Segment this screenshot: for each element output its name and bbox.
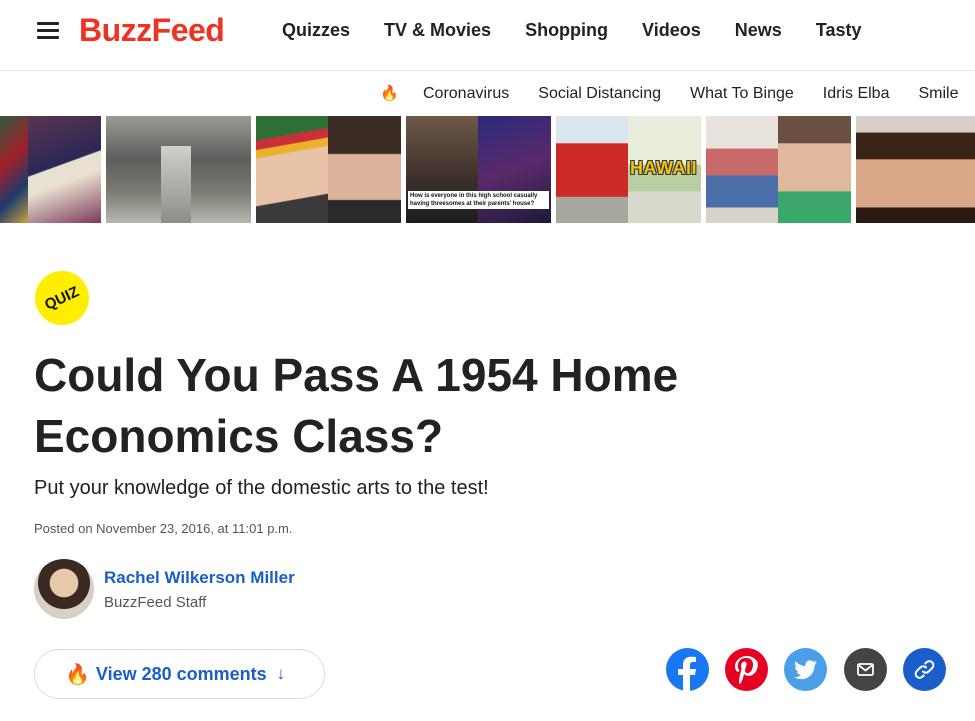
trending-item[interactable]: Smile: [918, 85, 958, 103]
twitter-share-button[interactable]: [784, 648, 827, 691]
quiz-badge: QUIZ: [35, 271, 89, 325]
comments-label: View 280 comments: [95, 663, 267, 684]
menu-icon[interactable]: [37, 22, 59, 40]
email-icon: [857, 663, 874, 676]
thumbnail-caption: How is everyone in this high school casu…: [408, 191, 549, 209]
email-share-button[interactable]: [844, 648, 887, 691]
author-role: BuzzFeed Staff: [104, 594, 207, 611]
author-byline: Rachel Wilkerson Miller BuzzFeed Staff: [34, 559, 434, 619]
thumbnail-card[interactable]: [256, 116, 401, 223]
fire-icon: 🔥: [380, 85, 399, 102]
thumbnail-card[interactable]: How is everyone in this high school casu…: [406, 116, 551, 223]
page-title: Could You Pass A 1954 Home Economics Cla…: [34, 349, 679, 462]
nav-tv-movies[interactable]: TV & Movies: [384, 20, 491, 41]
nav-quizzes[interactable]: Quizzes: [282, 20, 350, 41]
quiz-badge-label: QUIZ: [42, 282, 82, 314]
facebook-icon: [678, 656, 696, 691]
author-name-link[interactable]: Rachel Wilkerson Miller: [104, 568, 295, 588]
trending-bar: 🔥 Coronavirus Social Distancing What To …: [0, 72, 975, 116]
view-comments-button[interactable]: 🔥 View 280 comments ↓: [34, 649, 325, 699]
link-icon: [914, 660, 935, 679]
thumbnail-card[interactable]: [856, 116, 975, 223]
nav-news[interactable]: News: [735, 20, 782, 41]
copy-link-button[interactable]: [903, 648, 946, 691]
thumbnail-card[interactable]: [0, 116, 101, 223]
thumbnail-overlay-text: HAWAII: [630, 158, 698, 178]
trending-item[interactable]: What To Binge: [690, 85, 794, 103]
nav-videos[interactable]: Videos: [642, 20, 701, 41]
twitter-icon: [794, 660, 817, 680]
thumbnail-strip: How is everyone in this high school casu…: [0, 116, 975, 223]
trending-item[interactable]: Idris Elba: [823, 85, 890, 103]
nav-tasty[interactable]: Tasty: [816, 20, 862, 41]
avatar[interactable]: [34, 559, 94, 619]
buzzfeed-logo[interactable]: BuzzFeed: [79, 12, 225, 49]
thumbnail-card[interactable]: [106, 116, 251, 223]
trending-item[interactable]: Social Distancing: [538, 85, 661, 103]
pinterest-icon: [735, 656, 758, 685]
arrow-down-icon: ↓: [276, 664, 286, 683]
fire-icon: 🔥: [65, 663, 90, 686]
thumbnail-card[interactable]: [706, 116, 851, 223]
facebook-share-button[interactable]: [666, 648, 709, 691]
site-header: BuzzFeed Quizzes TV & Movies Shopping Vi…: [0, 0, 975, 71]
pinterest-share-button[interactable]: [725, 648, 768, 691]
posted-timestamp: Posted on November 23, 2016, at 11:01 p.…: [34, 521, 293, 536]
nav-shopping[interactable]: Shopping: [525, 20, 608, 41]
page-subtitle: Put your knowledge of the domestic arts …: [34, 477, 489, 499]
main-nav: Quizzes TV & Movies Shopping Videos News…: [282, 20, 895, 41]
trending-item[interactable]: Coronavirus: [423, 85, 509, 103]
